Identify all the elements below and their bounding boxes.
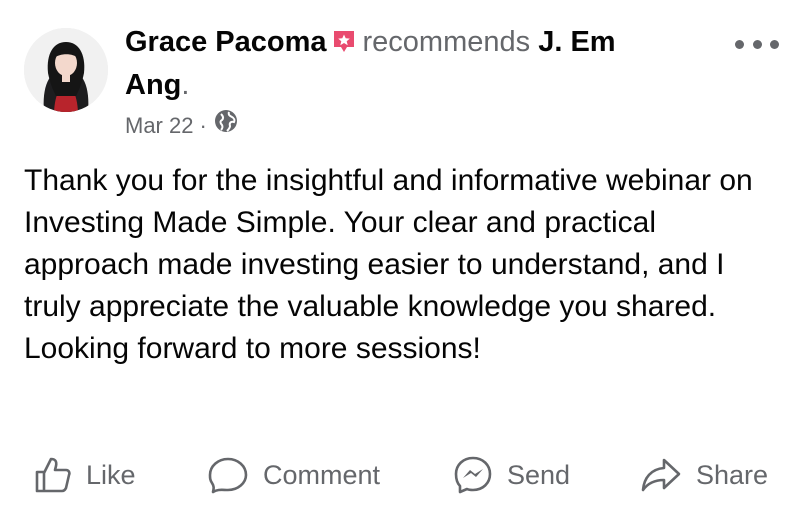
messenger-icon [453, 455, 493, 495]
header-period: . [181, 69, 190, 101]
author-avatar[interactable] [24, 28, 108, 112]
recommended-page-name-line1[interactable]: J. Em [538, 26, 615, 58]
post-body: Thank you for the insightful and informa… [24, 164, 753, 365]
comment-bubble-icon [207, 456, 249, 494]
like-label: Like [86, 459, 136, 490]
globe-icon [214, 109, 238, 142]
post-action-bar: Like Comment Send Share [0, 448, 800, 502]
post-header: Grace Pacoma recommends J. Em Ang. [125, 22, 695, 105]
thumbs-up-icon [34, 456, 72, 494]
comment-button[interactable]: Comment [207, 448, 380, 502]
avatar-image [24, 28, 108, 112]
share-label: Share [696, 459, 769, 490]
recommend-star-icon [331, 25, 357, 65]
meta-separator: · [199, 112, 207, 138]
post-meta: Mar 22 · [125, 109, 238, 142]
author-name[interactable]: Grace Pacoma [125, 26, 327, 58]
post-date[interactable]: Mar 22 [125, 110, 193, 142]
comment-label: Comment [263, 459, 381, 490]
recommended-page-name-line2[interactable]: Ang [125, 69, 181, 101]
share-button[interactable]: Share [640, 448, 768, 502]
recommends-text: recommends [362, 26, 531, 58]
like-button[interactable]: Like [34, 448, 136, 502]
share-arrow-icon [640, 456, 682, 494]
send-label: Send [507, 459, 571, 490]
more-options-icon[interactable] [735, 34, 779, 54]
send-button[interactable]: Send [453, 448, 570, 502]
